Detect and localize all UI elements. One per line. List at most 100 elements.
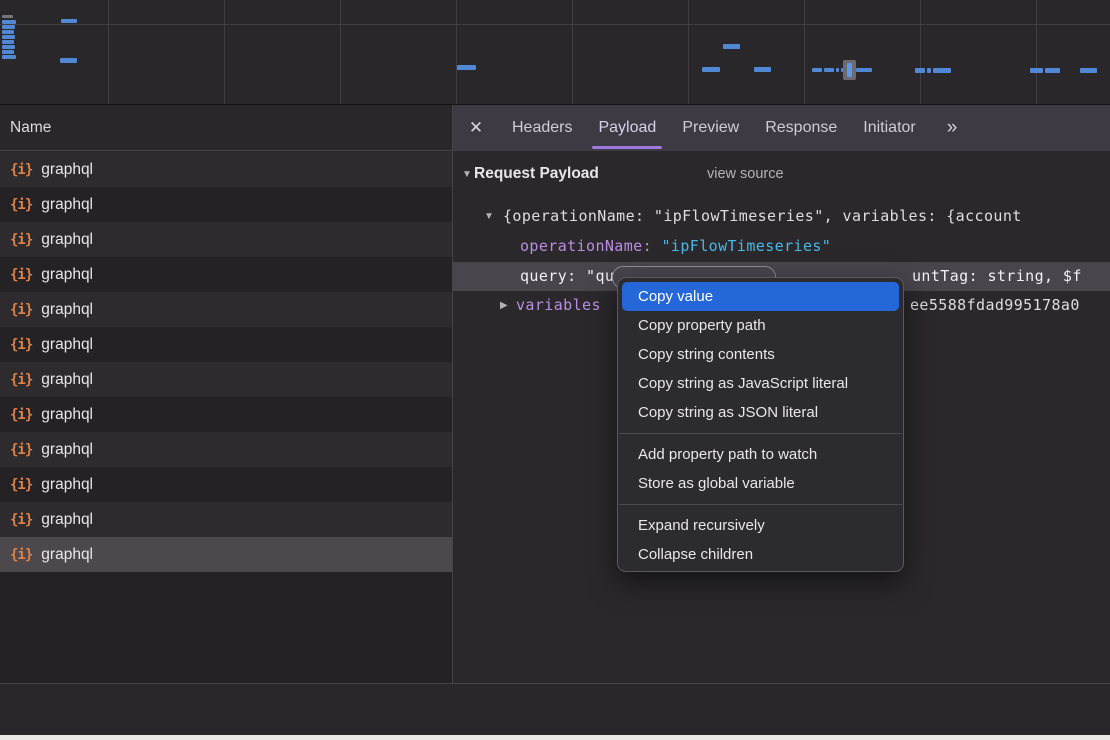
network-activity-bar	[1045, 68, 1060, 73]
close-icon: ✕	[469, 118, 483, 137]
request-name: graphql	[41, 511, 93, 529]
menu-item-copy-value[interactable]: Copy value	[622, 282, 899, 311]
network-request-row[interactable]: {i} graphql	[0, 222, 452, 257]
request-name: graphql	[41, 266, 93, 284]
menu-separator	[619, 504, 902, 505]
collapse-triangle-icon[interactable]: ▼	[462, 169, 472, 180]
network-activity-bar	[2, 50, 14, 54]
gridline	[456, 0, 457, 104]
expand-triangle-icon[interactable]: ▶	[500, 291, 508, 320]
request-name: graphql	[41, 371, 93, 389]
more-tabs-button[interactable]: »	[937, 117, 966, 139]
network-activity-bar	[812, 68, 822, 72]
network-activity-bar	[723, 44, 740, 49]
fetch-json-icon: {i}	[10, 302, 32, 318]
request-name: graphql	[41, 231, 93, 249]
network-request-row[interactable]: {i} graphql	[0, 292, 452, 327]
menu-item-add-property-path-to-watch[interactable]: Add property path to watch	[622, 440, 899, 469]
menu-item-collapse-children[interactable]: Collapse children	[622, 540, 899, 569]
network-activity-bar	[856, 68, 872, 72]
collapse-triangle-icon[interactable]: ▼	[484, 202, 494, 231]
fetch-json-icon: {i}	[10, 372, 32, 388]
network-activity-bar	[2, 25, 15, 29]
network-request-row[interactable]: {i} graphql	[0, 327, 452, 362]
tab-response[interactable]: Response	[752, 105, 850, 151]
name-column-header[interactable]: Name	[0, 105, 452, 151]
menu-item-expand-recursively[interactable]: Expand recursively	[622, 511, 899, 540]
network-request-row[interactable]: {i} graphql	[0, 432, 452, 467]
variables-fragment-right: ee5588fdad995178a0	[910, 291, 1080, 320]
network-request-row[interactable]: {i}graphql	[0, 257, 452, 292]
payload-root-preview: {operationName: "ipFlowTimeseries", vari…	[503, 202, 1022, 231]
network-activity-bar	[61, 19, 77, 23]
network-activity-bar	[457, 65, 476, 70]
network-request-row[interactable]: {i} graphql	[0, 152, 452, 187]
request-name: graphql	[41, 301, 93, 319]
menu-item-copy-property-path[interactable]: Copy property path	[622, 311, 899, 340]
network-activity-bar	[2, 55, 16, 59]
chevron-double-right-icon: »	[947, 117, 956, 138]
request-name: graphql	[41, 441, 93, 459]
query-fragment-left: query: "qu	[520, 262, 614, 291]
fetch-json-icon: {i}	[10, 337, 32, 353]
menu-item-store-as-global-variable[interactable]: Store as global variable	[622, 469, 899, 498]
network-request-row[interactable]: {i}graphql	[0, 467, 452, 502]
tab-headers[interactable]: Headers	[499, 105, 585, 151]
page-background-strip	[0, 735, 1110, 740]
request-name: graphql	[41, 546, 93, 564]
selected-request-marker-bar	[847, 63, 852, 77]
property-entry: operationName: "ipFlowTimeseries"	[520, 232, 831, 261]
network-activity-bar	[2, 15, 13, 18]
query-fragment-right: untTag: string, $f	[912, 262, 1082, 291]
payload-operationname-row[interactable]: operationName: "ipFlowTimeseries"	[453, 232, 1110, 261]
tab-payload[interactable]: Payload	[585, 105, 669, 151]
close-details-button[interactable]: ✕	[453, 118, 499, 138]
gridline	[340, 0, 341, 104]
network-request-row[interactable]: {i} graphql	[0, 362, 452, 397]
view-source-link[interactable]: view source	[707, 166, 784, 182]
request-name: graphql	[41, 336, 93, 354]
request-name: graphql	[41, 196, 93, 214]
fetch-json-icon: {i}	[10, 547, 32, 563]
request-payload-title: Request Payload	[474, 165, 599, 183]
gridline	[688, 0, 689, 104]
fetch-json-icon: {i}	[10, 232, 32, 248]
menu-item-copy-string-as-javascript-literal[interactable]: Copy string as JavaScript literal	[622, 369, 899, 398]
request-payload-section-header[interactable]: ▼ Request Payload view source	[453, 165, 1110, 191]
menu-item-copy-string-contents[interactable]: Copy string contents	[622, 340, 899, 369]
network-request-row[interactable]: {i} graphql	[0, 502, 452, 537]
network-overview-timeline[interactable]	[0, 0, 1110, 105]
tab-preview[interactable]: Preview	[669, 105, 752, 151]
fetch-json-icon: {i}	[10, 477, 32, 493]
gridline	[804, 0, 805, 104]
payload-root-row[interactable]: ▼ {operationName: "ipFlowTimeseries", va…	[453, 202, 1110, 231]
fetch-json-icon: {i}	[10, 407, 32, 423]
request-list: {i} graphql {i} graphql {i} graphql {i} graphql…	[0, 152, 452, 683]
property-key: operationName	[520, 237, 643, 255]
network-activity-bar	[836, 68, 839, 72]
menu-separator	[619, 433, 902, 434]
gridline	[108, 0, 109, 104]
network-request-row[interactable]: {i}graphql	[0, 397, 452, 432]
fetch-json-icon: {i}	[10, 162, 32, 178]
network-activity-bar	[60, 58, 77, 63]
network-request-row[interactable]: {i} graphql	[0, 537, 452, 572]
network-activity-bar	[2, 20, 16, 24]
gridline	[0, 24, 1110, 25]
network-request-row[interactable]: {i}graphql	[0, 187, 452, 222]
gridline	[572, 0, 573, 104]
fetch-json-icon: {i}	[10, 512, 32, 528]
status-bar	[0, 683, 1110, 735]
context-menu: Copy valueCopy property pathCopy string …	[617, 277, 904, 572]
property-key: variables	[516, 291, 601, 320]
menu-item-copy-string-as-json-literal[interactable]: Copy string as JSON literal	[622, 398, 899, 427]
gridline	[920, 0, 921, 104]
gridline	[224, 0, 225, 104]
request-name: graphql	[41, 161, 93, 179]
network-activity-bar	[824, 68, 834, 72]
devtools-window: Name {i}graphql{i}graphql{i}graphql{i}gr…	[0, 0, 1110, 740]
tab-initiator[interactable]: Initiator	[850, 105, 928, 151]
network-activity-bar	[933, 68, 951, 73]
fetch-json-icon: {i}	[10, 442, 32, 458]
network-activity-bar	[754, 67, 771, 72]
